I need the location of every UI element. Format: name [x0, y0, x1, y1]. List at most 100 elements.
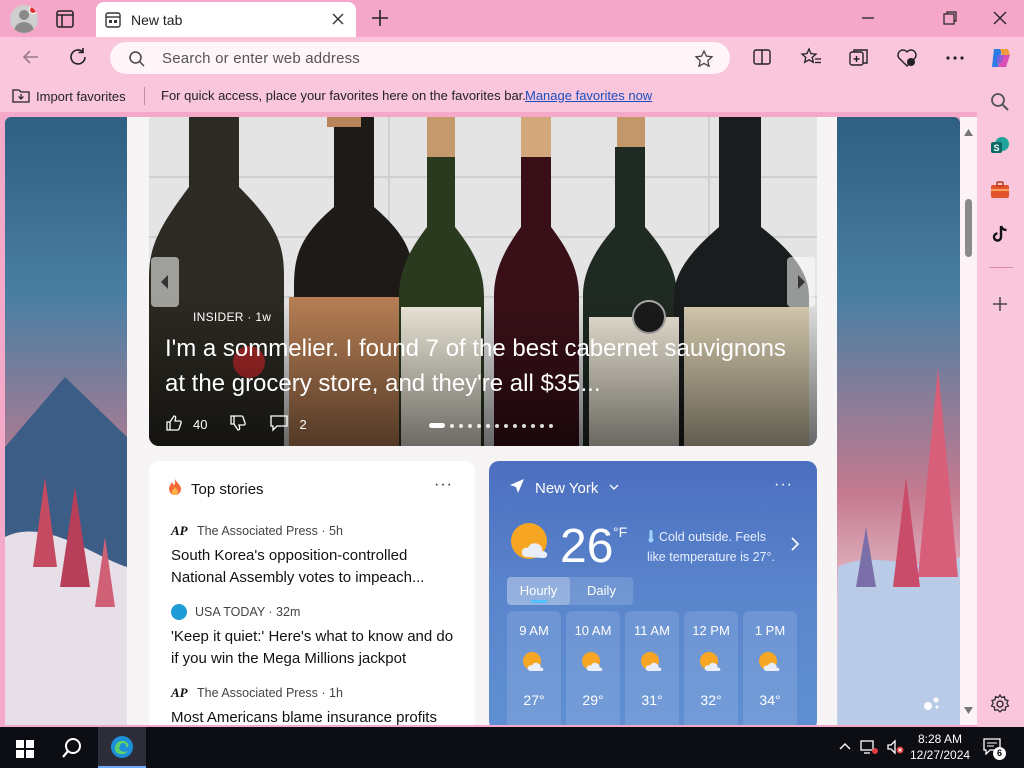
partly-sunny-icon — [507, 650, 561, 674]
clock-time: 8:28 AM — [917, 732, 963, 746]
hero-dot[interactable] — [495, 423, 499, 428]
story-item[interactable]: USA TODAY · 32m 'Keep it quiet:' Here's … — [171, 604, 461, 670]
hour-forecast-item[interactable]: 11 AM 31° — [625, 611, 679, 725]
hour-forecast-item[interactable]: 12 PM 32° — [684, 611, 738, 725]
network-icon[interactable] — [860, 739, 878, 760]
tab-actions-icon[interactable] — [53, 7, 77, 31]
scroll-down-icon[interactable] — [964, 701, 973, 719]
hero-dot[interactable] — [513, 423, 517, 428]
profile-avatar[interactable] — [10, 5, 38, 33]
hero-dot[interactable] — [531, 423, 535, 428]
add-sidebar-app-icon[interactable] — [989, 293, 1011, 320]
hero-dot[interactable] — [477, 423, 481, 428]
tab-new-tab[interactable]: New tab — [96, 2, 356, 37]
manage-favorites-link[interactable]: Manage favorites now — [525, 88, 652, 103]
story-item[interactable]: AP The Associated Press · 5h South Korea'… — [171, 523, 461, 589]
story-item[interactable]: AP The Associated Press · 1h Most America… — [171, 685, 461, 725]
add-favorite-star-icon[interactable] — [694, 49, 714, 74]
dislike-icon[interactable] — [229, 414, 247, 435]
hero-pagination-dots[interactable] — [429, 423, 553, 428]
scrollbar-thumb[interactable] — [965, 199, 972, 257]
settings-more-icon[interactable] — [944, 47, 966, 74]
usa-today-logo-icon — [171, 604, 187, 620]
taskbar-clock[interactable]: 8:28 AM 12/27/2024 — [910, 731, 970, 763]
hero-prev-button[interactable] — [151, 257, 179, 307]
tab-title: New tab — [131, 12, 183, 28]
back-icon[interactable] — [20, 46, 42, 73]
story-source: The Associated Press · 5h — [197, 524, 343, 538]
personalize-sparkle-icon[interactable] — [923, 695, 941, 716]
windows-taskbar: 8:28 AM 12/27/2024 6 — [0, 727, 1024, 768]
tab-daily[interactable]: Daily — [570, 577, 633, 605]
hour-forecast-item[interactable]: 9 AM 27° — [507, 611, 561, 725]
close-tab-icon[interactable] — [330, 11, 346, 32]
top-stories-card: Top stories ··· AP The Associated Press ·… — [149, 461, 475, 725]
hero-dot[interactable] — [450, 423, 454, 428]
hero-article-card[interactable]: INSIDER · 1w I'm a sommelier. I found 7 … — [149, 117, 817, 446]
hero-dot[interactable] — [522, 423, 526, 428]
favorites-icon[interactable] — [800, 47, 822, 72]
navigation-toolbar: Search or enter web address — [0, 37, 1024, 79]
sidebar-settings-gear-icon[interactable] — [989, 693, 1011, 720]
hero-dot[interactable] — [540, 423, 544, 428]
page-scrollbar[interactable] — [960, 117, 977, 725]
collections-icon[interactable] — [848, 47, 870, 74]
top-stories-more-button[interactable]: ··· — [434, 476, 453, 494]
taskbar-edge-button[interactable] — [98, 727, 146, 768]
hero-dot[interactable] — [459, 423, 463, 428]
comment-icon[interactable] — [269, 414, 289, 435]
weather-summary: Cold outside. Feels like temperature is … — [647, 529, 775, 564]
sharepoint-icon[interactable]: S — [989, 135, 1011, 162]
chevron-right-icon[interactable] — [789, 536, 801, 557]
volume-muted-icon[interactable] — [886, 739, 906, 760]
tiktok-icon[interactable] — [989, 223, 1011, 250]
partly-sunny-icon — [566, 650, 620, 674]
tab-hourly[interactable]: Hourly — [507, 577, 570, 605]
hero-dot[interactable] — [468, 423, 472, 428]
hero-dot[interactable] — [486, 423, 490, 428]
hero-reactions: 40 2 — [165, 414, 307, 435]
like-icon[interactable] — [165, 414, 183, 435]
new-tab-page: INSIDER · 1w I'm a sommelier. I found 7 … — [5, 117, 960, 725]
hero-headline[interactable]: I'm a sommelier. I found 7 of the best c… — [165, 331, 805, 401]
hero-dot[interactable] — [504, 423, 508, 428]
ap-logo-icon: AP — [171, 523, 188, 538]
search-icon — [128, 50, 146, 73]
refresh-icon[interactable] — [67, 46, 89, 73]
hour-forecast-item[interactable]: 10 AM 29° — [566, 611, 620, 725]
thermometer-icon — [647, 529, 655, 548]
flame-icon — [167, 478, 183, 500]
ap-logo-icon: AP — [171, 685, 188, 700]
scroll-up-icon[interactable] — [964, 123, 973, 141]
weather-more-button[interactable]: ··· — [774, 476, 793, 494]
search-icon[interactable] — [989, 91, 1011, 118]
import-favorites-button[interactable]: Import favorites — [12, 87, 126, 106]
restore-icon[interactable] — [940, 8, 960, 33]
taskbar-search-icon[interactable] — [60, 736, 84, 765]
minimize-icon[interactable] — [858, 8, 878, 33]
chevron-up-icon[interactable] — [838, 740, 852, 759]
notification-count-badge: 6 — [993, 747, 1006, 760]
comment-count: 2 — [299, 417, 307, 432]
story-title: Most Americans blame insurance profits — [171, 709, 437, 725]
hero-next-button[interactable] — [787, 257, 815, 307]
hero-dot[interactable] — [429, 423, 445, 428]
weather-location-selector[interactable]: New York — [509, 478, 620, 498]
close-window-icon[interactable] — [990, 8, 1010, 33]
tools-briefcase-icon[interactable] — [989, 179, 1011, 206]
temperature-unit[interactable]: °F — [613, 524, 627, 540]
like-count: 40 — [193, 417, 208, 432]
import-folder-icon — [12, 87, 30, 106]
new-tab-button[interactable] — [368, 6, 392, 35]
hour-forecast-item[interactable]: 1 PM 34° — [743, 611, 797, 725]
windows-start-icon[interactable] — [16, 740, 34, 763]
favorites-divider — [144, 87, 145, 105]
split-screen-icon[interactable] — [752, 47, 772, 72]
weather-card[interactable]: New York ··· 26 °F Cold outside. Feels l… — [489, 461, 817, 725]
hero-dot[interactable] — [549, 423, 553, 428]
location-arrow-icon — [509, 478, 525, 498]
favorites-bar: Import favorites For quick access, place… — [0, 79, 1024, 112]
address-bar[interactable]: Search or enter web address — [110, 42, 730, 74]
browser-essentials-icon[interactable] — [896, 47, 918, 74]
copilot-icon[interactable] — [988, 45, 1014, 76]
